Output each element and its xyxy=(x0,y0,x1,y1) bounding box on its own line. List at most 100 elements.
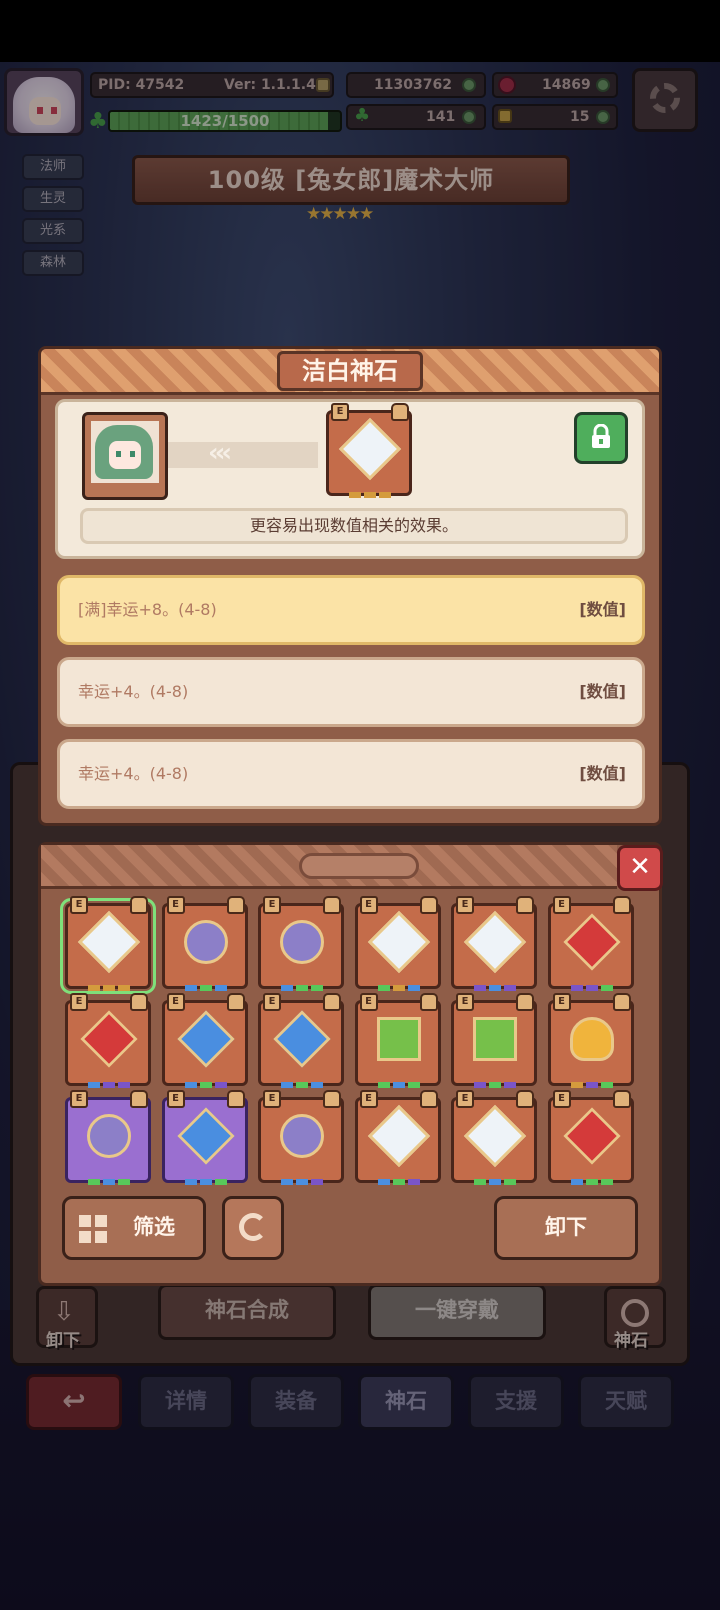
lock-badge-icon xyxy=(419,1090,438,1108)
lock-badge-icon xyxy=(226,896,245,914)
blue-gem-icon xyxy=(273,1010,331,1068)
lock-badge-icon xyxy=(323,896,341,914)
gem-slot[interactable]: E xyxy=(547,1090,634,1185)
violet-gem-icon xyxy=(183,920,228,964)
socket-icon xyxy=(364,492,376,498)
lock-badge-icon xyxy=(419,896,438,914)
socket-icon xyxy=(281,1179,293,1185)
socket-icon xyxy=(118,1179,130,1185)
socket-icon xyxy=(118,1082,130,1088)
gem-sockets xyxy=(474,1073,520,1088)
equipped-badge-icon: E xyxy=(166,993,185,1011)
portrait-face xyxy=(109,441,141,469)
close-button[interactable]: ✕ xyxy=(617,845,663,891)
gem-slot[interactable]: E xyxy=(258,896,344,991)
gem-slot[interactable]: E xyxy=(547,993,634,1088)
effect-row[interactable]: [满]幸运+8。(4-8) [数值] xyxy=(57,575,645,645)
socket-icon xyxy=(474,985,486,991)
socket-icon xyxy=(377,985,390,991)
socket-icon xyxy=(296,985,308,991)
gem-slot[interactable]: E xyxy=(354,896,441,991)
gem-slot[interactable]: E xyxy=(451,993,537,1088)
gem-slot[interactable]: E xyxy=(161,896,248,991)
violet-gem-icon xyxy=(87,1114,131,1158)
socket-icon xyxy=(392,985,405,991)
socket-icon xyxy=(281,1082,293,1088)
gem-slot[interactable]: E xyxy=(161,1090,248,1185)
effect-row[interactable]: 幸运+4。(4-8) [数值] xyxy=(57,657,645,727)
gem-description: 更容易出现数值相关的效果。 xyxy=(80,508,628,544)
gem-slot[interactable]: E xyxy=(65,993,151,1088)
violet-gem-icon xyxy=(280,920,324,964)
lock-icon xyxy=(590,423,612,450)
gem-sockets xyxy=(377,1170,424,1185)
gem-sockets xyxy=(377,976,424,991)
gem-sockets xyxy=(349,483,395,498)
socket-icon xyxy=(585,985,598,991)
socket-icon xyxy=(600,1082,613,1088)
gem-slot[interactable]: E xyxy=(258,993,344,1088)
gold-gem-icon xyxy=(569,1017,614,1061)
effect-kind: [数值] xyxy=(579,682,626,701)
equipped-badge-icon: E xyxy=(70,1090,88,1108)
socket-icon xyxy=(377,1082,390,1088)
refresh-button[interactable] xyxy=(222,1196,284,1260)
white-gem-icon xyxy=(367,1104,430,1168)
socket-icon xyxy=(184,985,197,991)
socket-icon xyxy=(199,1082,212,1088)
gem-slot[interactable]: E xyxy=(161,993,248,1088)
effect-kind: [数值] xyxy=(579,764,626,783)
socket-icon xyxy=(103,1179,115,1185)
lock-badge-icon xyxy=(130,1090,148,1108)
socket-icon xyxy=(407,985,420,991)
gem-slot[interactable]: E xyxy=(451,1090,537,1185)
socket-icon xyxy=(349,492,361,498)
socket-icon xyxy=(184,1082,197,1088)
gem-slot[interactable]: E xyxy=(354,1090,441,1185)
gem-sockets xyxy=(281,976,327,991)
gem-sockets xyxy=(184,976,231,991)
gem-sockets xyxy=(184,1170,231,1185)
gem-sockets xyxy=(474,1170,520,1185)
gem-slot[interactable]: E xyxy=(65,1090,151,1185)
socket-icon xyxy=(504,1082,516,1088)
socket-icon xyxy=(311,1082,323,1088)
gem-slot[interactable]: E xyxy=(354,993,441,1088)
socket-icon xyxy=(379,492,391,498)
effect-row[interactable]: 幸运+4。(4-8) [数值] xyxy=(57,739,645,809)
unload-button[interactable]: 卸下 xyxy=(494,1196,638,1260)
hero-portrait xyxy=(82,412,168,500)
gem-slot[interactable]: E xyxy=(258,1090,344,1185)
red-gem-icon xyxy=(562,913,621,971)
lock-badge-icon xyxy=(226,993,245,1011)
modal-dim-overlay xyxy=(0,62,720,1610)
lock-badge-icon xyxy=(612,993,631,1011)
socket-icon xyxy=(103,985,115,991)
white-gem-icon xyxy=(463,910,527,974)
red-gem-icon xyxy=(80,1010,138,1068)
socket-icon xyxy=(489,1082,501,1088)
gem-sockets xyxy=(184,1073,231,1088)
socket-icon xyxy=(407,1082,420,1088)
socket-icon xyxy=(184,1179,197,1185)
socket-icon xyxy=(570,1082,583,1088)
lock-badge-icon xyxy=(323,1090,341,1108)
equipped-badge-icon: E xyxy=(166,896,185,914)
socket-icon xyxy=(585,1179,598,1185)
portrait-eye xyxy=(116,451,121,457)
portrait-eye xyxy=(130,451,135,457)
lock-badge-icon xyxy=(516,1090,534,1108)
equipped-badge-icon: E xyxy=(456,896,474,914)
lock-toggle-button[interactable] xyxy=(574,412,628,464)
gem-slot[interactable]: E xyxy=(451,896,537,991)
inventory-header xyxy=(41,845,617,889)
effect-kind: [数值] xyxy=(579,600,626,619)
green-gem-icon xyxy=(473,1017,517,1061)
gem-sockets xyxy=(281,1170,327,1185)
gem-slot[interactable]: E xyxy=(547,896,634,991)
equipped-badge-icon: E xyxy=(552,896,571,914)
filter-button[interactable]: 筛选 xyxy=(62,1196,206,1260)
equipped-badge-icon: E xyxy=(166,1090,185,1108)
socket-icon xyxy=(474,1179,486,1185)
gem-slot[interactable]: E xyxy=(60,896,156,994)
